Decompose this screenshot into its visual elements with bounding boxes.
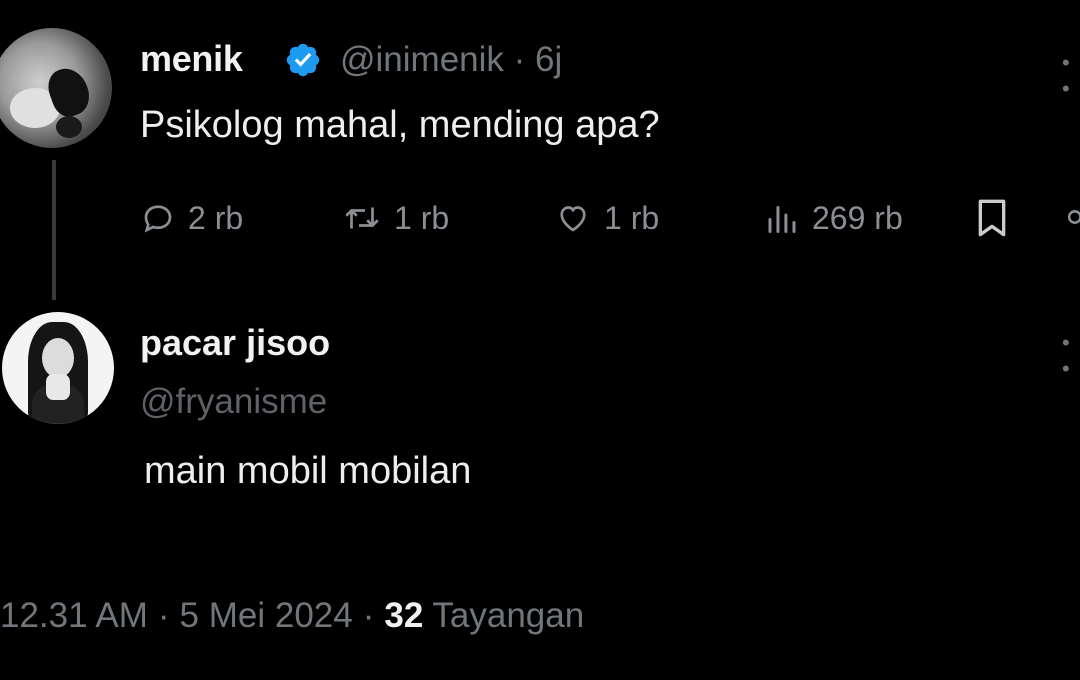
reply-author-avatar[interactable]	[2, 312, 114, 424]
post-time[interactable]: · 6j	[514, 40, 563, 79]
reply-date[interactable]: 5 Mei 2024	[180, 596, 353, 635]
author-name[interactable]: menik	[140, 38, 243, 80]
like-count: 1 rb	[604, 199, 660, 236]
views-count: 269 rb	[812, 199, 903, 236]
like-button[interactable]: 1 rb	[554, 196, 659, 240]
tweet-text: Psikolog mahal, mending apa?	[140, 104, 660, 146]
share-icon[interactable]	[1060, 200, 1080, 234]
author-handle[interactable]: @inimenik	[340, 40, 504, 79]
bookmark-icon[interactable]	[972, 196, 1012, 240]
reply-count: 2 rb	[188, 199, 244, 236]
heart-icon	[560, 206, 586, 232]
more-options-icon[interactable]: • •	[1062, 50, 1080, 102]
reply-author-name[interactable]: pacar jisoo	[140, 322, 330, 364]
reply-time[interactable]: 12.31 AM	[0, 596, 148, 635]
author-handle-and-time[interactable]: @inimenik · 6j	[340, 40, 562, 80]
reply-button[interactable]: 2 rb	[140, 196, 243, 240]
more-options-icon[interactable]: • •	[1062, 330, 1080, 382]
reply-views-count: 32	[384, 596, 424, 635]
author-avatar[interactable]	[0, 28, 112, 148]
thread-connector-line	[52, 160, 56, 300]
reply-text: main mobil mobilan	[144, 450, 472, 492]
verified-badge-icon	[286, 43, 320, 77]
retweet-button[interactable]: 1 rb	[342, 196, 449, 240]
retweet-count: 1 rb	[394, 199, 450, 236]
views-button[interactable]: 269 rb	[764, 196, 903, 240]
reply-views-label: Tayangan	[432, 596, 585, 635]
reply-icon	[144, 205, 172, 233]
views-icon	[768, 206, 796, 233]
reply-timestamp-footer: 12.31 AM · 5 Mei 2024 · 32 Tayangan	[0, 596, 585, 635]
reply-author-handle[interactable]: @fryanisme	[140, 382, 327, 422]
retweet-icon	[345, 207, 379, 229]
